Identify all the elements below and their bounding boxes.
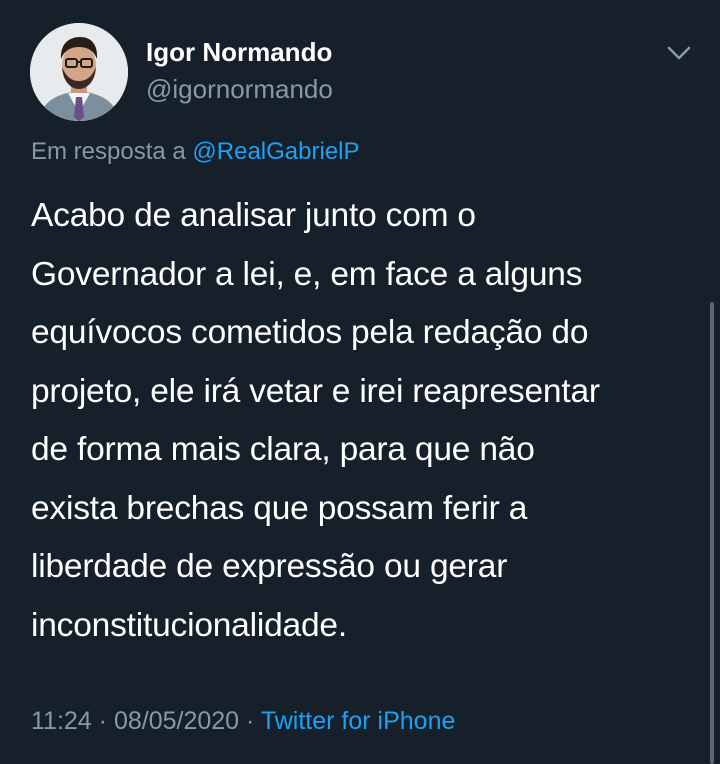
- tweet-menu-button[interactable]: [664, 40, 694, 66]
- reply-mention-link[interactable]: @RealGabrielP: [192, 138, 359, 165]
- author-handle[interactable]: @igornormando: [146, 74, 333, 105]
- tweet-source-link[interactable]: Twitter for iPhone: [261, 707, 456, 735]
- tweet-meta: 11:24 · 08/05/2020 · Twitter for iPhone: [31, 707, 455, 736]
- author-display-name[interactable]: Igor Normando: [146, 37, 332, 68]
- chevron-down-icon: [667, 46, 691, 60]
- tweet-detail: Igor Normando @igornormando Em resposta …: [0, 0, 720, 764]
- avatar[interactable]: [30, 23, 128, 121]
- scrollbar[interactable]: [710, 302, 714, 764]
- meta-separator: ·: [246, 707, 255, 735]
- avatar-photo: [30, 23, 128, 121]
- reply-prefix: Em resposta a: [31, 138, 186, 165]
- tweet-text: Acabo de analisar junto com o Governador…: [31, 197, 600, 644]
- tweet-date[interactable]: 08/05/2020: [114, 707, 239, 735]
- reply-context: Em resposta a @RealGabrielP: [31, 138, 360, 166]
- tweet-time[interactable]: 11:24: [31, 707, 92, 735]
- meta-separator: ·: [98, 707, 107, 735]
